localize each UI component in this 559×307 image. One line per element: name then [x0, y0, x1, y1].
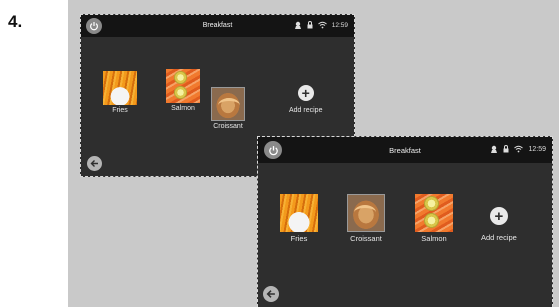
lock-icon [503, 145, 509, 153]
recipe-tile[interactable]: Salmon [166, 69, 200, 112]
clock: 12:59 [528, 145, 546, 153]
chef-icon [294, 21, 301, 29]
salmon-thumbnail [415, 194, 453, 232]
status-bar: Breakfast 12:59 [81, 15, 354, 37]
fries-thumbnail [103, 71, 137, 105]
step-number: 4. [8, 12, 23, 31]
add-recipe-label: Add recipe [289, 107, 323, 114]
screen-after: Breakfast 12:59 Fries Croissant Salmon +… [257, 136, 553, 307]
fries-thumbnail [280, 194, 318, 232]
back-button[interactable] [87, 156, 102, 171]
add-recipe-label: Add recipe [481, 233, 517, 242]
recipe-label: Croissant [350, 234, 382, 243]
recipe-label: Salmon [171, 105, 195, 112]
wifi-icon [317, 21, 327, 29]
recipe-tile-dragging[interactable]: Croissant [211, 87, 245, 130]
clock: 12:59 [331, 21, 348, 29]
lock-icon [307, 21, 313, 29]
plus-icon: + [297, 85, 314, 101]
plus-icon: + [489, 207, 508, 225]
status-icons: 12:59 [294, 21, 348, 29]
recipe-label: Fries [290, 234, 308, 243]
recipe-label: Croissant [213, 123, 243, 130]
recipe-tile[interactable]: Fries [103, 71, 137, 114]
salmon-thumbnail [166, 69, 200, 103]
back-arrow-icon [90, 160, 98, 167]
back-arrow-icon [266, 290, 275, 298]
recipe-tile[interactable]: Fries [280, 194, 318, 243]
status-icons: 12:59 [490, 145, 546, 153]
recipe-tile[interactable]: Croissant [347, 194, 385, 243]
croissant-thumbnail [347, 194, 385, 232]
add-recipe-button[interactable]: + Add recipe [481, 200, 517, 242]
back-button[interactable] [263, 286, 279, 302]
add-recipe-button[interactable]: + Add recipe [289, 79, 322, 114]
recipe-tile[interactable]: Salmon [415, 194, 453, 243]
chef-icon [491, 145, 498, 153]
wifi-icon [514, 145, 524, 153]
croissant-thumbnail [211, 87, 245, 121]
recipe-label: Salmon [421, 234, 447, 243]
status-bar: Breakfast 12:59 [258, 137, 552, 163]
recipe-label: Fries [112, 107, 128, 114]
